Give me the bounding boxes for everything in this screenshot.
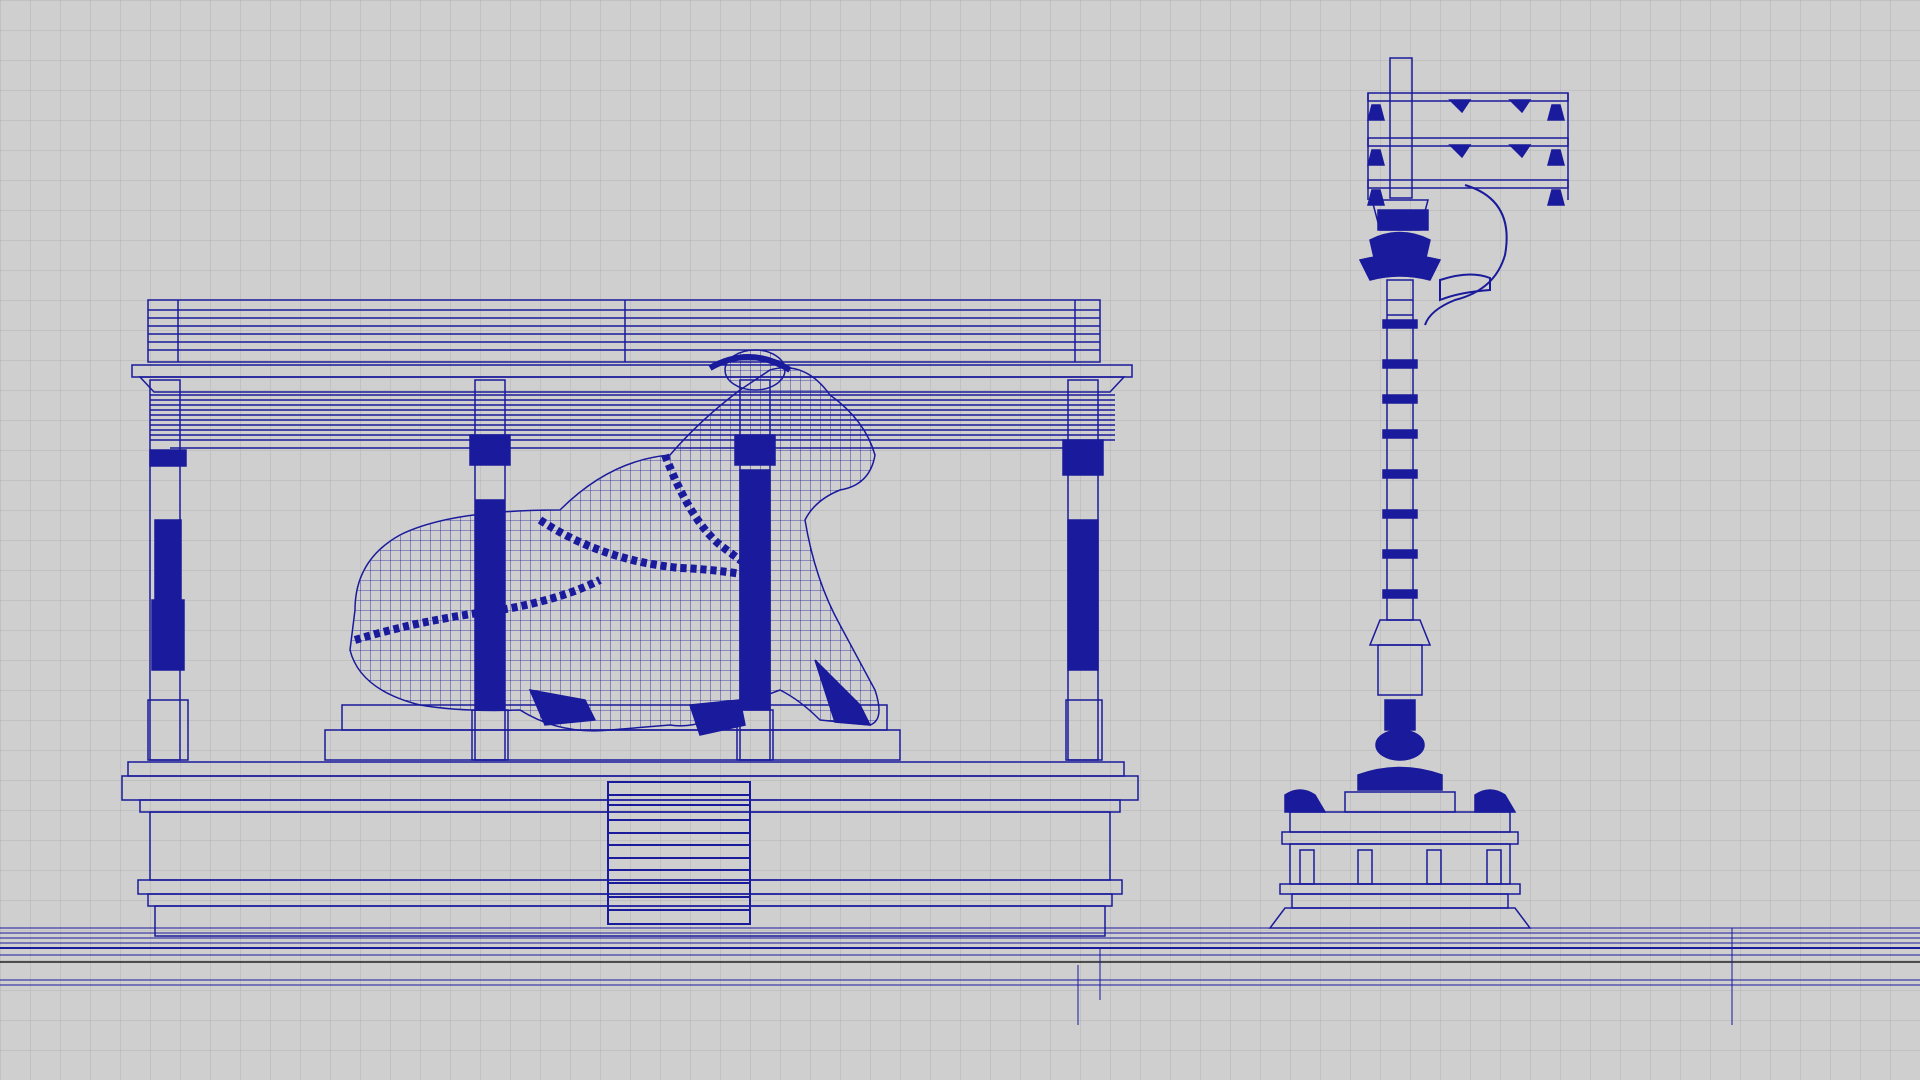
front-orthographic-viewport[interactable] [0, 0, 1920, 1080]
wireframe-scene[interactable] [0, 0, 1920, 1080]
viewport-grid [0, 0, 1920, 1080]
